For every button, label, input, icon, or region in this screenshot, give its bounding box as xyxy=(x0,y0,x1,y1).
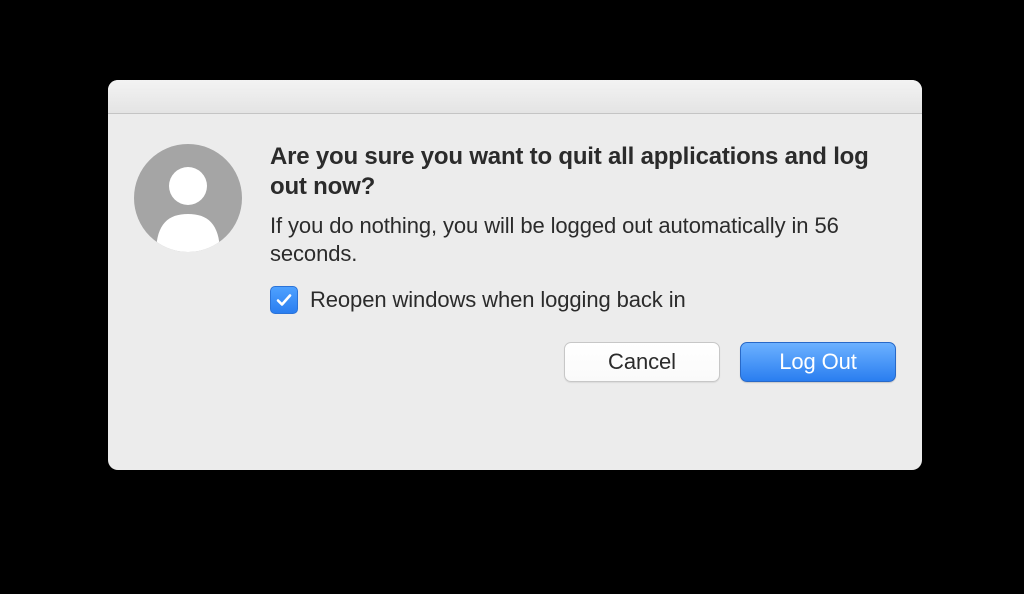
user-avatar-icon xyxy=(134,144,242,252)
checkmark-icon xyxy=(274,290,294,310)
logout-button[interactable]: Log Out xyxy=(740,342,896,382)
dialog-buttons: Cancel Log Out xyxy=(108,342,922,408)
cancel-button[interactable]: Cancel xyxy=(564,342,720,382)
reopen-windows-checkbox[interactable] xyxy=(270,286,298,314)
title-bar xyxy=(108,80,922,114)
logout-dialog: Are you sure you want to quit all applic… xyxy=(108,80,922,470)
dialog-message: If you do nothing, you will be logged ou… xyxy=(270,212,896,268)
reopen-windows-label[interactable]: Reopen windows when logging back in xyxy=(310,287,686,313)
dialog-icon-column xyxy=(134,140,242,314)
reopen-windows-row: Reopen windows when logging back in xyxy=(270,286,896,314)
dialog-title: Are you sure you want to quit all applic… xyxy=(270,142,896,202)
dialog-body: Are you sure you want to quit all applic… xyxy=(108,114,922,314)
dialog-content: Are you sure you want to quit all applic… xyxy=(270,140,896,314)
